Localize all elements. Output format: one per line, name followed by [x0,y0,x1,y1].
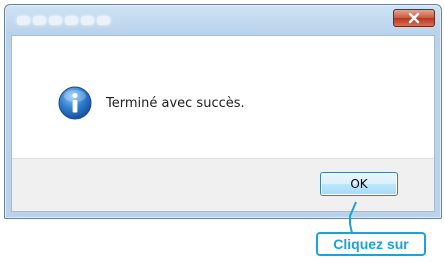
callout-pointer [349,201,357,234]
click-here-callout: Cliquez sur [316,232,426,256]
